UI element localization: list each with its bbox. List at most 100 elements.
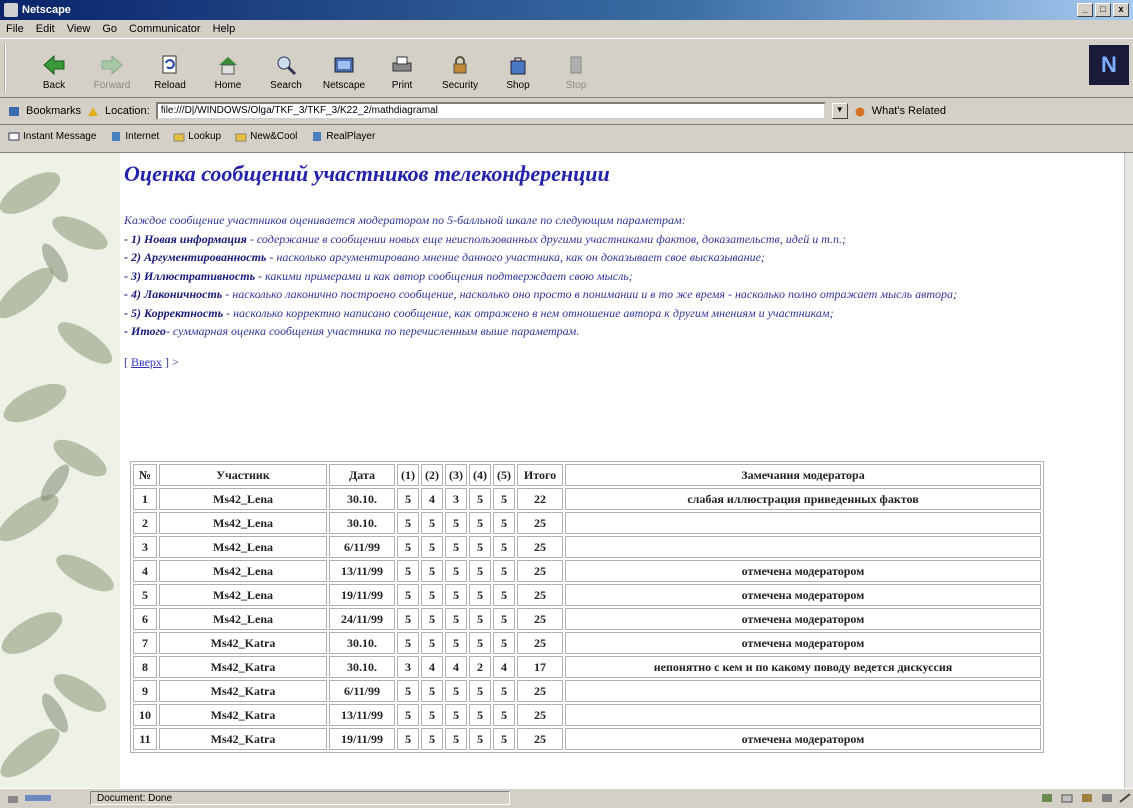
col-number: № (133, 464, 157, 486)
criterion-3-name: - 3) Иллюстративность (124, 268, 256, 283)
table-row: 8 Ms42_Katra 30.10. 3 4 4 2 4 17 непонятно с кем … (133, 656, 1041, 678)
internet-label: Internet (125, 130, 160, 142)
status-security-icon (8, 796, 18, 803)
instant-message-button[interactable]: Instant Message (8, 131, 96, 142)
whats-related-icon (855, 107, 865, 116)
cell-moderator-note: отмечена модератором (565, 584, 1041, 606)
leaf-background-image (0, 153, 120, 788)
status-discussion-icon[interactable] (1100, 792, 1114, 804)
col-date: Дата (329, 464, 395, 486)
menu-file[interactable]: File (6, 23, 24, 35)
cell-participant: Ms42_Katra (159, 632, 327, 654)
security-button[interactable]: Security (434, 39, 486, 97)
cell-param-2: 5 (421, 584, 443, 606)
main-column: Оценка сообщений участников телеконферен… (124, 153, 1122, 753)
back-button[interactable]: Back (28, 39, 80, 97)
menu-edit[interactable]: Edit (36, 23, 55, 35)
cell-participant: Ms42_Lena (159, 608, 327, 630)
cell-date: 19/11/99 (329, 584, 395, 606)
table-row: 1 Ms42_Lena 30.10. 5 4 3 5 5 22 слабая иллюстраци… (133, 488, 1041, 510)
lookup-button[interactable]: Lookup (173, 131, 221, 142)
maximize-button[interactable]: □ (1095, 3, 1111, 17)
toolbar-grip[interactable] (4, 43, 16, 93)
shop-button[interactable]: Shop (492, 39, 544, 97)
whats-related-button[interactable]: What's Related (872, 105, 946, 117)
url-dropdown-button[interactable]: ▼ (831, 103, 848, 119)
col-param-5: (5) (493, 464, 515, 486)
reload-button[interactable]: Reload (144, 39, 196, 97)
cell-moderator-note: отмечена модератором (565, 560, 1041, 582)
print-label: Print (391, 80, 413, 91)
forward-arrow-icon (101, 54, 123, 76)
menu-view[interactable]: View (67, 23, 91, 35)
cell-number: 1 (133, 488, 157, 510)
cell-param-3: 5 (445, 704, 467, 726)
stop-label: Stop (565, 80, 587, 91)
search-button[interactable]: Search (260, 39, 312, 97)
menu-communicator[interactable]: Communicator (129, 23, 201, 35)
reload-label: Reload (154, 80, 186, 91)
cell-moderator-note (565, 536, 1041, 558)
cell-param-4: 5 (469, 584, 491, 606)
window-title: Netscape (22, 4, 71, 16)
menu-help[interactable]: Help (213, 23, 236, 35)
cell-number: 4 (133, 560, 157, 582)
cell-param-5: 4 (493, 656, 515, 678)
netscape-label: Netscape (322, 80, 366, 91)
criterion-2-text: - насколько аргументировано мнение данно… (266, 250, 765, 264)
cell-param-5: 5 (493, 512, 515, 534)
cell-moderator-note (565, 512, 1041, 534)
cell-number: 7 (133, 632, 157, 654)
newcool-button[interactable]: New&Cool (235, 131, 297, 142)
cell-total: 25 (517, 608, 563, 630)
cell-participant: Ms42_Lena (159, 584, 327, 606)
stop-button[interactable]: Stop (550, 39, 602, 97)
print-button[interactable]: Print (376, 39, 428, 97)
cell-moderator-note: слабая иллюстрация приведенных фактов (565, 488, 1041, 510)
cell-param-4: 5 (469, 608, 491, 630)
cell-number: 11 (133, 728, 157, 750)
cell-param-4: 5 (469, 488, 491, 510)
menu-go[interactable]: Go (102, 23, 117, 35)
back-link[interactable]: Вверх (131, 355, 162, 369)
close-button[interactable]: x (1113, 3, 1129, 17)
criterion-total-text: - суммарная оценка сообщения участника п… (165, 324, 580, 338)
cell-date: 30.10. (329, 512, 395, 534)
forward-button[interactable]: Forward (86, 39, 138, 97)
cell-total: 17 (517, 656, 563, 678)
vertical-scrollbar[interactable] (1124, 153, 1133, 788)
cell-moderator-note: непонятно с кем и по какому поводу ведет… (565, 656, 1041, 678)
lookup-folder-icon (173, 133, 185, 141)
table-row: 3 Ms42_Lena 6/11/99 5 5 5 5 5 25 (133, 536, 1041, 558)
cell-participant: Ms42_Katra (159, 704, 327, 726)
search-icon (277, 56, 297, 76)
cell-total: 25 (517, 512, 563, 534)
cell-date: 30.10. (329, 632, 395, 654)
table-row: 9 Ms42_Katra 6/11/99 5 5 5 5 5 25 (133, 680, 1041, 702)
col-param-3: (3) (445, 464, 467, 486)
status-mail-icon[interactable] (1060, 792, 1074, 804)
home-button[interactable]: Home (202, 39, 254, 97)
url-field[interactable]: file:///D|/WINDOWS/Olga/TKF_3/TKF_3/K22_… (155, 102, 826, 120)
table-header-row: № Участник Дата (1) (2) (3) (4) (5) Итог… (133, 464, 1041, 486)
status-composer-icon[interactable] (1080, 792, 1094, 804)
cell-param-1: 5 (397, 728, 419, 750)
cell-param-5: 5 (493, 632, 515, 654)
search-label: Search (270, 80, 302, 91)
realplayer-button[interactable]: RealPlayer (311, 131, 375, 142)
bookmarks-button[interactable]: Bookmarks (26, 105, 81, 117)
location-label: Location: (105, 105, 150, 117)
cell-date: 13/11/99 (329, 704, 395, 726)
netscape-logo[interactable]: N (1089, 45, 1129, 85)
internet-button[interactable]: Internet (110, 131, 159, 142)
cell-param-2: 5 (421, 536, 443, 558)
status-edit-icon[interactable] (1118, 792, 1132, 804)
minimize-button[interactable]: _ (1077, 3, 1093, 17)
netscape-button[interactable]: Netscape (318, 39, 370, 97)
criterion-3-text: - какими примерами и как автор сообщения… (255, 268, 633, 283)
status-navigator-icon[interactable] (1040, 792, 1054, 804)
cell-param-5: 5 (493, 584, 515, 606)
home-icon (219, 57, 237, 75)
cell-param-1: 5 (397, 560, 419, 582)
cell-total: 25 (517, 584, 563, 606)
